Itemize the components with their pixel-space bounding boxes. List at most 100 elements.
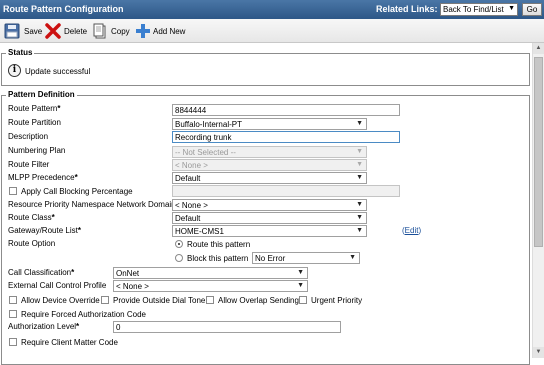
mlpp-precedence-select[interactable]: Default ▼ <box>172 172 367 184</box>
required-marker: * <box>76 322 80 331</box>
chevron-down-icon: ▼ <box>356 120 363 127</box>
chevron-down-icon: ▼ <box>349 254 356 261</box>
chevron-down-icon: ▼ <box>356 227 363 234</box>
required-marker: * <box>57 104 61 113</box>
pattern-definition-legend: Pattern Definition <box>6 90 77 99</box>
related-links-label: Related Links: <box>376 4 438 14</box>
status-message: Update successful <box>25 67 91 76</box>
chevron-down-icon: ▼ <box>356 174 363 181</box>
route-class-label: Route Class* <box>8 213 55 222</box>
title-bar: Route Pattern Configuration Related Link… <box>0 0 544 19</box>
add-new-button[interactable]: Add New <box>135 22 190 40</box>
authorization-level-input[interactable]: 0 <box>113 321 341 333</box>
authorization-level-label: Authorization Level* <box>8 322 80 331</box>
vertical-scrollbar[interactable]: ▲ ▼ <box>532 43 544 358</box>
rpn-domain-value: < None > <box>175 201 208 210</box>
allow-device-override-label: Allow Device Override <box>21 296 100 305</box>
floppy-disk-icon <box>4 23 20 39</box>
delete-button[interactable]: Delete <box>45 22 90 40</box>
route-partition-label: Route Partition <box>8 118 61 127</box>
chevron-down-icon: ▼ <box>297 269 304 276</box>
copy-button[interactable]: Copy <box>92 22 132 40</box>
chevron-down-icon: ▼ <box>356 161 363 168</box>
scroll-down-arrow-icon[interactable]: ▼ <box>533 347 544 358</box>
route-partition-select[interactable]: Buffalo-Internal-PT ▼ <box>172 118 367 130</box>
route-pattern-label: Route Pattern* <box>8 104 61 113</box>
chevron-down-icon: ▼ <box>297 282 304 289</box>
rpn-domain-label: Resource Priority Namespace Network Doma… <box>8 200 176 209</box>
route-this-pattern-label: Route this pattern <box>187 240 251 249</box>
required-marker: * <box>51 213 55 222</box>
status-section: Status i Update successful <box>1 48 530 86</box>
description-input[interactable]: Recording trunk <box>172 131 400 143</box>
related-links-selected: Back To Find/List <box>443 5 504 14</box>
info-icon: i <box>8 64 21 77</box>
page-title: Route Pattern Configuration <box>3 4 124 14</box>
numbering-plan-label: Numbering Plan <box>8 146 66 155</box>
apply-call-blocking-checkbox[interactable] <box>9 187 17 195</box>
urgent-priority-checkbox[interactable] <box>299 296 307 304</box>
route-partition-value: Buffalo-Internal-PT <box>175 120 242 129</box>
go-button[interactable]: Go <box>522 3 542 16</box>
call-blocking-percentage-input[interactable] <box>172 185 400 197</box>
numbering-plan-value: -- Not Selected -- <box>175 148 236 157</box>
copy-label: Copy <box>111 27 130 36</box>
external-call-control-label: External Call Control Profile <box>8 281 107 290</box>
route-pattern-input[interactable]: 8844444 <box>172 104 400 116</box>
call-classification-value: OnNet <box>116 269 140 278</box>
external-call-control-select[interactable]: < None > ▼ <box>113 280 308 292</box>
route-this-pattern-radio[interactable] <box>175 240 183 248</box>
apply-call-blocking-label: Apply Call Blocking Percentage <box>21 187 133 196</box>
provide-outside-dial-tone-checkbox[interactable] <box>101 296 109 304</box>
provide-outside-dial-tone-label: Provide Outside Dial Tone <box>113 296 206 305</box>
block-reason-value: No Error <box>255 254 286 263</box>
require-fac-label: Require Forced Authorization Code <box>21 310 146 319</box>
gateway-route-list-label: Gateway/Route List* <box>8 226 81 235</box>
related-links-select[interactable]: Back To Find/List ▼ <box>440 3 518 16</box>
status-legend: Status <box>6 48 35 57</box>
add-new-label: Add New <box>153 27 186 36</box>
delete-x-icon <box>45 23 61 39</box>
required-marker: * <box>74 173 78 182</box>
require-cmc-checkbox[interactable] <box>9 338 17 346</box>
edit-gateway-link[interactable]: (Edit) <box>402 226 421 235</box>
gateway-route-list-select[interactable]: HOME-CMS1 ▼ <box>172 225 367 237</box>
required-marker: * <box>77 226 81 235</box>
toolbar: Save Delete Copy Add New <box>0 19 544 43</box>
chevron-down-icon: ▼ <box>508 5 515 12</box>
route-filter-value: < None > <box>175 161 208 170</box>
external-call-control-value: < None > <box>116 282 149 291</box>
require-fac-checkbox[interactable] <box>9 310 17 318</box>
block-reason-select[interactable]: No Error ▼ <box>252 252 360 264</box>
route-filter-select[interactable]: < None > ▼ <box>172 159 367 171</box>
route-class-select[interactable]: Default ▼ <box>172 212 367 224</box>
route-filter-label: Route Filter <box>8 160 50 169</box>
allow-device-override-checkbox[interactable] <box>9 296 17 304</box>
mlpp-precedence-label: MLPP Precedence* <box>8 173 78 182</box>
allow-overlap-sending-checkbox[interactable] <box>206 296 214 304</box>
required-marker: * <box>71 268 75 277</box>
chevron-down-icon: ▼ <box>356 214 363 221</box>
route-class-value: Default <box>175 214 201 223</box>
mlpp-precedence-value: Default <box>175 174 201 183</box>
delete-label: Delete <box>64 27 88 36</box>
urgent-priority-label: Urgent Priority <box>311 296 363 305</box>
save-label: Save <box>24 27 43 36</box>
add-plus-icon <box>136 24 150 38</box>
chevron-down-icon: ▼ <box>356 201 363 208</box>
description-label: Description <box>8 132 49 141</box>
call-classification-select[interactable]: OnNet ▼ <box>113 267 308 279</box>
allow-overlap-sending-label: Allow Overlap Sending <box>218 296 299 305</box>
route-option-label: Route Option <box>8 239 56 248</box>
numbering-plan-select[interactable]: -- Not Selected -- ▼ <box>172 146 367 158</box>
scroll-thumb[interactable] <box>534 57 543 247</box>
scroll-up-arrow-icon[interactable]: ▲ <box>533 43 544 54</box>
require-cmc-label: Require Client Matter Code <box>21 338 118 347</box>
pattern-definition-section: Pattern Definition Route Pattern* 884444… <box>1 90 530 365</box>
save-button[interactable]: Save <box>4 22 44 40</box>
copy-document-icon <box>93 23 106 39</box>
block-this-pattern-radio[interactable] <box>175 254 183 262</box>
rpn-domain-select[interactable]: < None > ▼ <box>172 199 367 211</box>
gateway-route-list-value: HOME-CMS1 <box>175 227 224 236</box>
call-classification-label: Call Classification* <box>8 268 75 277</box>
